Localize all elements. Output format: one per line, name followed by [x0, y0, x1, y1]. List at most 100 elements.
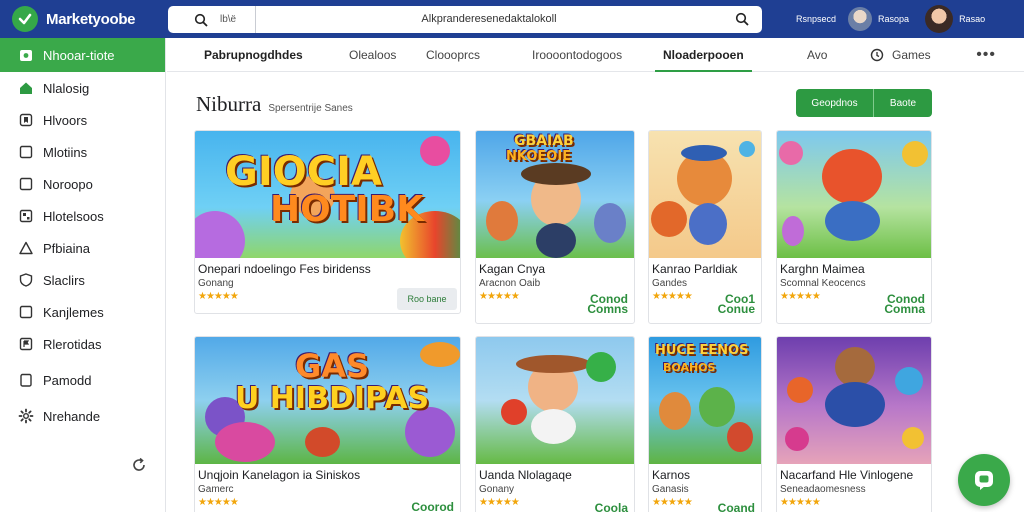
home-icon — [18, 80, 34, 96]
game-title: Uanda Nlolagaqe — [479, 468, 572, 482]
game-genre: Scomnal Keocencs — [780, 278, 866, 289]
profile-avatar[interactable] — [925, 5, 954, 33]
sidebar-item-bookmarks[interactable]: Hlvoors — [0, 104, 165, 136]
star-rating: ★★★★★ — [479, 497, 520, 508]
sidebar-item-5[interactable]: Hlotelsoos — [0, 200, 165, 232]
flag-icon — [18, 336, 34, 352]
search-bar: lb\ë — [168, 5, 762, 33]
sidebar-item-label: Pfbiaina — [43, 240, 90, 256]
get-button[interactable]: Roo bane — [397, 288, 457, 310]
tab-5[interactable]: Avo — [807, 38, 827, 72]
art-title: GAS — [295, 347, 370, 385]
triangle-icon — [18, 240, 34, 256]
search-scope[interactable]: lb\ë — [168, 5, 256, 33]
game-card[interactable]: Karghn Maimea Scomnal Keocencs ★★★★★ Con… — [776, 130, 932, 324]
compat-badge: Conod Comna — [884, 293, 925, 316]
game-title: Karnos — [652, 468, 691, 482]
game-card[interactable]: Kanrao Parldiak Gandes ★★★★★ Coo1 Conue — [648, 130, 762, 324]
store-icon — [18, 47, 34, 63]
page-title: Niburra — [196, 92, 262, 116]
sidebar-item-label: Nrehande — [43, 408, 101, 424]
user-link-2[interactable]: Rasopa — [878, 14, 909, 24]
star-rating: ★★★★★ — [652, 291, 693, 302]
game-title: Karghn Maimea — [780, 262, 865, 276]
compat-badge: Coorod — [411, 500, 454, 512]
game-title: Kagan Cnya — [479, 262, 546, 276]
chat-button[interactable] — [958, 454, 1010, 506]
game-card[interactable]: HUCE EENOS BOAHOS Karnos Ganasis ★★★★★ C… — [648, 336, 762, 512]
game-genre: Gonang — [198, 278, 234, 289]
tab-1[interactable]: Olealoos — [349, 38, 396, 72]
game-genre: Gonany — [479, 484, 515, 495]
more-icon[interactable]: ••• — [976, 46, 996, 64]
brand[interactable]: Marketyoobe — [0, 6, 166, 32]
game-art — [777, 131, 931, 258]
star-rating: ★★★★★ — [198, 497, 239, 508]
sidebar-item-label: Mlotiins — [43, 144, 88, 160]
game-art: HUCE EENOS BOAHOS — [649, 337, 761, 464]
sidebar-item-3[interactable]: Mlotiins — [0, 136, 165, 168]
game-card[interactable]: GBAIAB NKOEOIE Kagan Cnya Aracnon Oaib ★… — [475, 130, 635, 324]
avatar[interactable] — [848, 7, 873, 31]
game-genre: Aracnon Oaib — [479, 278, 541, 289]
badge-line: Comna — [884, 302, 925, 316]
game-card[interactable]: GIOCIA HOTIBK Onepari ndoelingo Fes biri… — [194, 130, 461, 314]
sidebar-item-9[interactable]: Rlerotidas — [0, 328, 165, 360]
tab-4[interactable]: Nloaderpooen — [655, 38, 752, 72]
game-card[interactable]: Uanda Nlolagaqe Gonany ★★★★★ Coola — [475, 336, 635, 512]
primary-button[interactable]: Geopdnos — [796, 89, 874, 117]
game-genre: Gamerc — [198, 484, 234, 495]
game-art: GBAIAB NKOEOIE — [476, 131, 634, 258]
art-title: HUCE EENOS — [655, 343, 749, 358]
grid-icon — [18, 208, 34, 224]
search-input[interactable] — [256, 13, 722, 25]
art-subtitle: U HIBDIPAS — [235, 381, 430, 416]
sidebar-item-home[interactable]: Nlalosig — [0, 72, 165, 104]
sidebar-item-10[interactable]: Pamodd — [0, 364, 165, 396]
star-rating: ★★★★★ — [652, 497, 693, 508]
star-rating: ★★★★★ — [780, 497, 821, 508]
user-area: Rsnpsecd Rasopa Rasao — [796, 5, 985, 33]
sidebar-item-label: Hlvoors — [43, 112, 88, 128]
sidebar-item-label: Noroopo — [43, 176, 93, 192]
top-bar: Marketyoobe lb\ë Rsnpsecd Rasopa Rasao — [0, 0, 1024, 38]
bookmark-icon — [18, 112, 34, 128]
game-card[interactable]: Nacarfand Hle Vinlogene Seneadaomesness … — [776, 336, 932, 512]
secondary-button[interactable]: Baote — [874, 89, 932, 117]
checkmark-logo-icon — [12, 6, 38, 32]
sidebar-item-label: Slaclirs — [43, 272, 85, 288]
refresh-icon[interactable] — [130, 456, 148, 479]
clock-icon — [870, 48, 884, 62]
sidebar-item-label: Kanjlemes — [43, 304, 104, 320]
user-link-1[interactable]: Rsnpsecd — [796, 14, 836, 24]
star-rating: ★★★★★ — [198, 291, 239, 302]
category-tabs: Pabrupnogdhdes Olealoos Cloooprcs Iroooo… — [167, 38, 1024, 72]
clipboard-icon — [18, 372, 34, 388]
tab-3[interactable]: Iroooontodogoos — [532, 38, 622, 72]
search-icon — [194, 13, 208, 30]
sidebar-item-store[interactable]: Nhooar-tiote — [0, 38, 165, 72]
sidebar-item-settings[interactable]: Nrehande — [0, 400, 165, 432]
game-title: Onepari ndoelingo Fes biridenss — [198, 262, 371, 276]
sidebar-item-7[interactable]: Slaclirs — [0, 264, 165, 296]
user-link-3[interactable]: Rasao — [959, 14, 985, 24]
tab-games[interactable]: Games — [870, 38, 931, 72]
sidebar-item-6[interactable]: Pfbiaina — [0, 232, 165, 264]
sidebar-item-label: Nhooar-tiote — [43, 47, 115, 63]
sidebar-item-8[interactable]: Kanjlemes — [0, 296, 165, 328]
section-heading: Niburra Spersentrije Sanes — [196, 92, 353, 117]
tab-0[interactable]: Pabrupnogdhdes — [204, 38, 303, 72]
game-card[interactable]: GAS U HIBDIPAS Unqjoin Kanelagon ia Sini… — [194, 336, 461, 512]
art-subtitle: HOTIBK — [270, 189, 425, 230]
star-rating: ★★★★★ — [780, 291, 821, 302]
search-submit-icon[interactable] — [722, 12, 762, 26]
page-subtitle: Spersentrije Sanes — [268, 103, 353, 114]
sidebar: Nhooar-tiote Nlalosig Hlvoors Mlotiins N… — [0, 38, 166, 512]
game-genre: Seneadaomesness — [780, 484, 866, 495]
compat-badge: Coo1 Conue — [718, 293, 755, 315]
game-title: Nacarfand Hle Vinlogene — [780, 468, 914, 482]
game-title: Unqjoin Kanelagon ia Siniskos — [198, 468, 361, 482]
sidebar-item-4[interactable]: Noroopo — [0, 168, 165, 200]
tab-2[interactable]: Cloooprcs — [426, 38, 480, 72]
tab-games-label: Games — [892, 48, 931, 62]
